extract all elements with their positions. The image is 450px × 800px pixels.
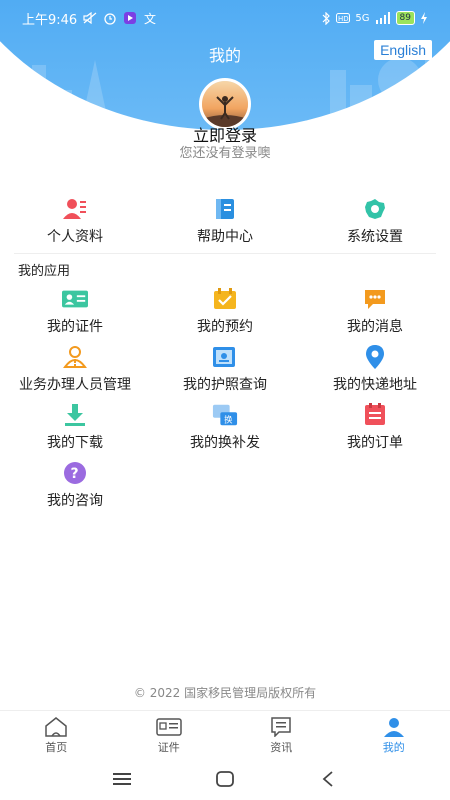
- avatar-image: [202, 81, 248, 127]
- charging-icon: [420, 12, 428, 24]
- user-icon: [381, 716, 407, 738]
- app-label: 我的咨询: [47, 493, 103, 509]
- tab-news[interactable]: 资讯: [225, 711, 338, 758]
- app-label: 我的预约: [197, 319, 253, 335]
- network-type: 5G: [355, 12, 370, 24]
- app-label: 我的证件: [47, 319, 103, 335]
- app-label: 我的消息: [347, 319, 403, 335]
- tab-documents[interactable]: 证件: [113, 711, 226, 758]
- app-label: 我的订单: [347, 435, 403, 451]
- id-tab-icon: [156, 716, 182, 738]
- bottom-tab-bar: 首页 证件 资讯 我的: [0, 710, 450, 758]
- system-navigation-bar: [0, 758, 450, 800]
- order-list-icon: [362, 402, 388, 428]
- tab-label: 证件: [157, 741, 180, 754]
- top-actions: 个人资料 帮助中心 系统设置: [0, 196, 450, 246]
- svg-text:文: 文: [144, 11, 156, 25]
- person-warning-icon: [62, 344, 88, 370]
- id-card-icon: [62, 286, 88, 312]
- app-my-messages[interactable]: 我的消息: [300, 286, 450, 344]
- app-label: 我的换补发: [190, 435, 260, 451]
- app-staff-management[interactable]: 业务办理人员管理: [0, 344, 150, 402]
- app-delivery-address[interactable]: 我的快递地址: [300, 344, 450, 402]
- battery-indicator: 89: [395, 11, 415, 25]
- status-time: 上午9:46: [22, 12, 78, 28]
- app-my-downloads[interactable]: 我的下载: [0, 402, 150, 460]
- download-icon: [62, 402, 88, 428]
- profile-label: 个人资料: [47, 229, 103, 245]
- tab-label: 首页: [45, 741, 68, 754]
- location-pin-icon: [362, 344, 388, 370]
- tab-label: 资讯: [270, 741, 293, 754]
- profile-card-icon: [62, 196, 88, 222]
- status-bar: 上午9:46 文 HD 5G 89: [0, 0, 450, 36]
- app-my-appointments[interactable]: 我的预约: [150, 286, 300, 344]
- divider: [14, 253, 436, 254]
- tab-home[interactable]: 首页: [0, 711, 113, 758]
- settings-button[interactable]: 系统设置: [300, 196, 450, 246]
- hd-icon: HD: [336, 13, 351, 23]
- square-icon: [216, 771, 234, 787]
- apps-grid: 我的证件 我的预约 我的消息 业务办理人员管理 我的护照查询 我的快递地址 我的…: [0, 286, 450, 518]
- svg-text:换: 换: [224, 414, 233, 424]
- home-icon: [43, 716, 69, 738]
- section-title-my-apps: 我的应用: [18, 264, 71, 279]
- profile-button[interactable]: 个人资料: [0, 196, 150, 246]
- svg-text:?: ?: [71, 466, 79, 482]
- copyright-text: © 2022 国家移民管理局版权所有: [133, 686, 317, 700]
- help-center-button[interactable]: 帮助中心: [150, 196, 300, 246]
- app-label: 业务办理人员管理: [19, 377, 131, 393]
- mute-icon: [83, 12, 97, 24]
- app-passport-query[interactable]: 我的护照查询: [150, 344, 300, 402]
- login-subtitle: 您还没有登录噢: [179, 146, 271, 161]
- app-replacement[interactable]: 换 我的换补发: [150, 402, 300, 460]
- app-my-orders[interactable]: 我的订单: [300, 402, 450, 460]
- alarm-icon: [103, 11, 117, 25]
- my-page: 上午9:46 文 HD 5G 89 我的 English 立即登录 您还没有登录…: [0, 0, 450, 800]
- news-icon: [268, 716, 294, 738]
- svg-text:HD: HD: [338, 15, 349, 23]
- settings-gear-icon: [362, 196, 388, 222]
- help-center-label: 帮助中心: [197, 229, 253, 245]
- menu-nav-button[interactable]: [107, 764, 137, 794]
- bluetooth-icon: [321, 11, 331, 25]
- tab-label: 我的: [382, 741, 405, 754]
- app-my-consultations[interactable]: ? 我的咨询: [0, 460, 150, 518]
- app-my-documents[interactable]: 我的证件: [0, 286, 150, 344]
- message-icon: [362, 286, 388, 312]
- app-label: 我的快递地址: [333, 377, 417, 393]
- passport-icon: [212, 344, 238, 370]
- exchange-card-icon: 换: [212, 402, 238, 428]
- language-button[interactable]: English: [374, 40, 432, 60]
- home-nav-button[interactable]: [210, 764, 240, 794]
- signal-icon: [375, 12, 391, 24]
- back-icon: [322, 771, 333, 787]
- translate-icon: 文: [143, 11, 157, 25]
- tab-mine[interactable]: 我的: [338, 711, 450, 758]
- question-icon: ?: [62, 460, 88, 486]
- menu-icon: [112, 773, 131, 785]
- help-book-icon: [212, 196, 238, 222]
- calendar-check-icon: [212, 286, 238, 312]
- app-label: 我的护照查询: [183, 377, 267, 393]
- back-nav-button[interactable]: [313, 764, 343, 794]
- settings-label: 系统设置: [347, 229, 403, 245]
- app-notification-icon: [123, 11, 137, 25]
- app-label: 我的下载: [47, 435, 103, 451]
